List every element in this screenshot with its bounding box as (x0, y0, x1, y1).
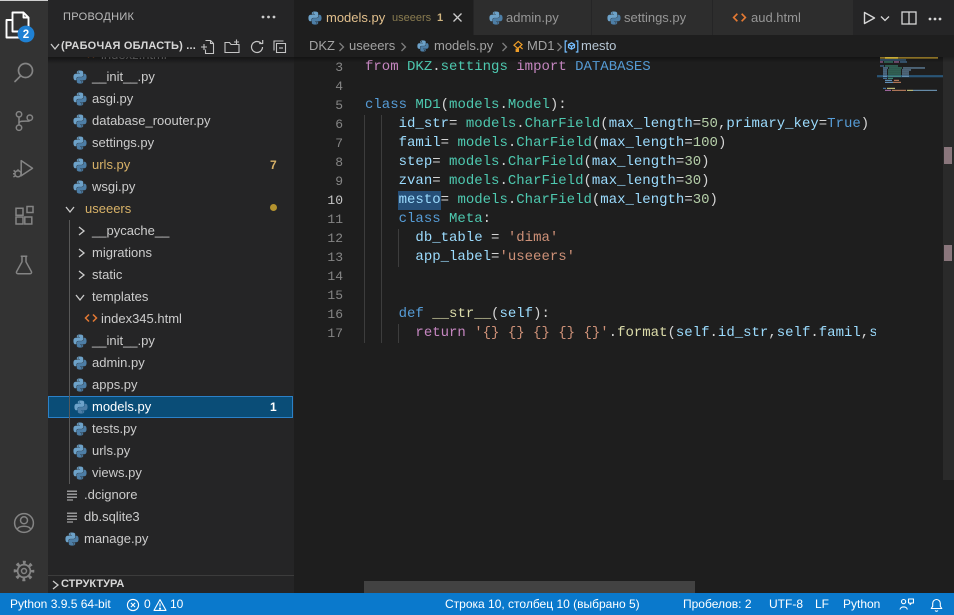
svg-text:2: 2 (23, 29, 29, 41)
